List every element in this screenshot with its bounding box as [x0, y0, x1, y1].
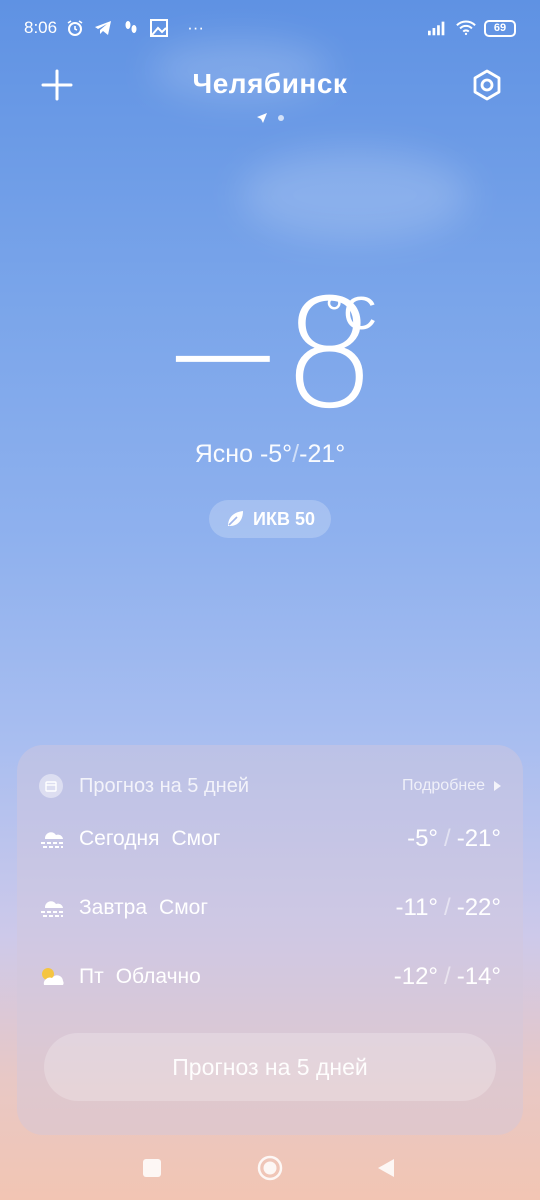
forecast-row-friday[interactable]: Пт Облачно -12° / -14°	[39, 959, 501, 995]
forecast-condition: Смог	[159, 896, 208, 919]
low-temp: -21°	[299, 440, 346, 468]
forecast-low: -22°	[456, 894, 501, 921]
fog-icon	[39, 894, 67, 922]
app-header: Челябинск	[0, 60, 540, 110]
calendar-icon	[39, 774, 63, 798]
wifi-icon	[456, 18, 476, 38]
forecast-temps: -12° / -14°	[394, 963, 501, 991]
five-day-forecast-button[interactable]: Прогноз на 5 дней	[44, 1033, 496, 1101]
temperature-unit: °C	[325, 287, 377, 339]
settings-button[interactable]	[468, 66, 506, 104]
circle-icon	[257, 1155, 283, 1181]
square-icon	[143, 1159, 161, 1177]
forecast-separator: /	[444, 825, 451, 852]
current-weather: −8 °C	[0, 280, 540, 430]
back-button[interactable]	[372, 1154, 400, 1182]
recents-button[interactable]	[138, 1154, 166, 1182]
forecast-high: -12°	[393, 963, 439, 990]
high-temp: -5°	[259, 440, 293, 468]
system-nav-bar	[0, 1140, 540, 1196]
forecast-row-today[interactable]: Сегодня Смог -5° / -21°	[39, 821, 501, 857]
battery-indicator: 69	[484, 19, 516, 37]
settings-hex-icon	[473, 69, 501, 101]
forecast-more-link[interactable]: Подробнее	[402, 777, 501, 795]
aqi-badge[interactable]: ИКВ 50	[209, 500, 331, 538]
pager-dot	[278, 115, 284, 121]
forecast-low: -14°	[456, 963, 501, 990]
forecast-condition: Облачно	[115, 965, 201, 988]
partly-cloudy-icon	[39, 963, 67, 991]
signal-icon	[428, 18, 448, 38]
alarm-icon	[65, 18, 85, 38]
location-arrow-icon	[257, 113, 267, 123]
forecast-low: -21°	[456, 825, 501, 852]
status-bar: 8:06 ··· 69	[0, 0, 540, 56]
condition-line: Ясно -5°/-21°	[0, 440, 540, 469]
forecast-separator: /	[444, 894, 451, 921]
forecast-temps: -11° / -22°	[396, 894, 501, 922]
more-dots-icon: ···	[187, 18, 205, 37]
city-pager	[0, 112, 540, 124]
forecast-condition: Смог	[171, 827, 221, 850]
city-name: Челябинск	[192, 68, 348, 99]
forecast-title: Прогноз на 5 дней	[79, 774, 249, 797]
photo-icon	[149, 18, 169, 38]
forecast-day: Пт	[79, 965, 104, 988]
aqi-label: ИКВ 50	[253, 508, 315, 529]
fog-icon	[39, 825, 67, 853]
forecast-header[interactable]: Прогноз на 5 дней Подробнее	[39, 771, 501, 801]
forecast-high: -5°	[407, 825, 439, 852]
forecast-row-tomorrow[interactable]: Завтра Смог -11° / -22°	[39, 890, 501, 926]
forecast-day: Завтра	[79, 896, 148, 919]
home-button[interactable]	[256, 1154, 284, 1182]
background-cloud	[240, 150, 470, 240]
leaf-icon	[228, 511, 244, 526]
forecast-separator: /	[444, 963, 451, 990]
status-time: 8:06	[24, 18, 58, 37]
chevron-right-icon	[494, 781, 501, 791]
back-triangle-icon	[378, 1159, 394, 1177]
forecast-more-label: Подробнее	[402, 777, 485, 794]
forecast-card: Прогноз на 5 дней Подробнее Сегодня Смог…	[17, 745, 523, 1135]
condition-text: Ясно	[194, 440, 253, 468]
forecast-high: -11°	[395, 894, 439, 921]
forecast-temps: -5° / -21°	[407, 825, 501, 853]
forecast-day: Сегодня	[79, 827, 160, 850]
footprints-icon	[121, 18, 141, 38]
telegram-icon	[93, 18, 113, 38]
